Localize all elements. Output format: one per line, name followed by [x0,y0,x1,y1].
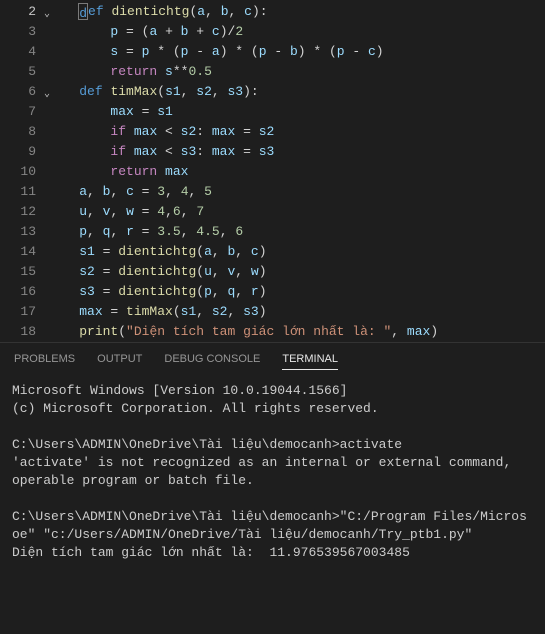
code-content[interactable]: def dientichtg(a, b, c): [48,2,545,22]
panel-tabs: PROBLEMS OUTPUT DEBUG CONSOLE TERMINAL [10,343,535,378]
line-number: 8 [0,122,48,142]
line-number: 17 [0,302,48,322]
code-line[interactable]: 10 return max [0,162,545,182]
panel-tab-terminal[interactable]: TERMINAL [282,353,338,370]
panel-tab-problems[interactable]: PROBLEMS [14,353,75,370]
code-line[interactable]: 14 s1 = dientichtg(a, b, c) [0,242,545,262]
code-line[interactable]: 9 if max < s3: max = s3 [0,142,545,162]
code-line[interactable]: 7 max = s1 [0,102,545,122]
line-number: 11 [0,182,48,202]
line-number: 18 [0,322,48,342]
line-number: 12 [0,202,48,222]
code-content[interactable]: print("Diện tích tam giác lớn nhất là: "… [48,322,545,342]
line-number: 9 [0,142,48,162]
line-number: 16 [0,282,48,302]
code-line[interactable]: 16 s3 = dientichtg(p, q, r) [0,282,545,302]
code-line[interactable]: 13 p, q, r = 3.5, 4.5, 6 [0,222,545,242]
code-content[interactable]: return max [48,162,545,182]
code-line[interactable]: 3 p = (a + b + c)/2 [0,22,545,42]
line-number: 6⌄ [0,82,48,102]
code-line[interactable]: 2⌄ def dientichtg(a, b, c): [0,2,545,22]
line-number: 7 [0,102,48,122]
line-number: 14 [0,242,48,262]
code-line[interactable]: 18 print("Diện tích tam giác lớn nhất là… [0,322,545,342]
line-number: 2⌄ [0,2,48,22]
panel-tab-debug-console[interactable]: DEBUG CONSOLE [164,353,260,370]
code-content[interactable]: max = timMax(s1, s2, s3) [48,302,545,322]
code-content[interactable]: a, b, c = 3, 4, 5 [48,182,545,202]
code-line[interactable]: 15 s2 = dientichtg(u, v, w) [0,262,545,282]
code-content[interactable]: return s**0.5 [48,62,545,82]
line-number: 4 [0,42,48,62]
code-content[interactable]: p = (a + b + c)/2 [48,22,545,42]
code-content[interactable]: s = p * (p - a) * (p - b) * (p - c) [48,42,545,62]
code-content[interactable]: if max < s2: max = s2 [48,122,545,142]
code-content[interactable]: u, v, w = 4,6, 7 [48,202,545,222]
code-content[interactable]: if max < s3: max = s3 [48,142,545,162]
line-number: 3 [0,22,48,42]
code-line[interactable]: 8 if max < s2: max = s2 [0,122,545,142]
panel-tab-output[interactable]: OUTPUT [97,353,142,370]
code-content[interactable]: p, q, r = 3.5, 4.5, 6 [48,222,545,242]
code-line[interactable]: 17 max = timMax(s1, s2, s3) [0,302,545,322]
code-content[interactable]: def timMax(s1, s2, s3): [48,82,545,102]
code-line[interactable]: 11 a, b, c = 3, 4, 5 [0,182,545,202]
line-number: 5 [0,62,48,82]
code-line[interactable]: 12 u, v, w = 4,6, 7 [0,202,545,222]
code-line[interactable]: 5 return s**0.5 [0,62,545,82]
code-content[interactable]: s1 = dientichtg(a, b, c) [48,242,545,262]
line-number: 15 [0,262,48,282]
code-content[interactable]: s2 = dientichtg(u, v, w) [48,262,545,282]
code-line[interactable]: 4 s = p * (p - a) * (p - b) * (p - c) [0,42,545,62]
terminal-output[interactable]: Microsoft Windows [Version 10.0.19044.15… [10,378,535,566]
code-content[interactable]: s3 = dientichtg(p, q, r) [48,282,545,302]
line-number: 13 [0,222,48,242]
code-editor[interactable]: 2⌄ def dientichtg(a, b, c):3 p = (a + b … [0,0,545,342]
code-content[interactable]: max = s1 [48,102,545,122]
bottom-panel: PROBLEMS OUTPUT DEBUG CONSOLE TERMINAL Micr… [0,342,545,566]
code-line[interactable]: 6⌄ def timMax(s1, s2, s3): [0,82,545,102]
line-number: 10 [0,162,48,182]
